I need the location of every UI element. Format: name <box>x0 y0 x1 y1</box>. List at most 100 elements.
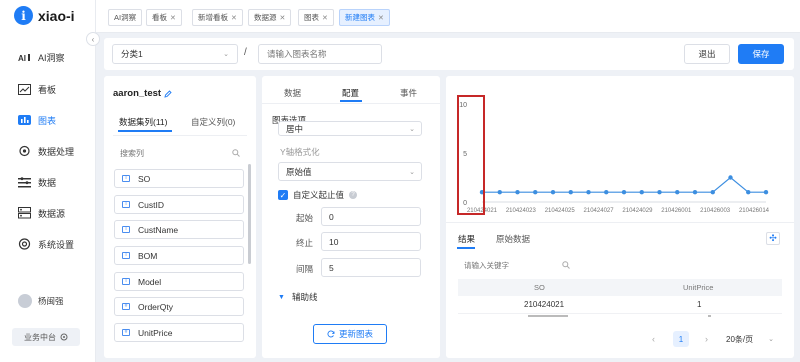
end-input[interactable]: 10 <box>321 232 421 251</box>
number-type-icon: # <box>122 329 130 336</box>
prev-page-button[interactable]: ‹ <box>652 334 655 344</box>
column-search-input[interactable] <box>120 148 220 158</box>
close-icon[interactable]: ✕ <box>322 14 328 22</box>
y-tick-label: 10 <box>459 102 467 109</box>
field-item[interactable]: T SO <box>114 169 244 188</box>
category-value: 分类1 <box>121 49 143 59</box>
page-button-current[interactable]: 1 <box>673 331 689 347</box>
end-label: 终止 <box>296 238 314 248</box>
table-header: SO UnitPrice <box>458 279 782 296</box>
tab-ai-insight[interactable]: AI洞察 <box>108 9 143 26</box>
chart-name-input[interactable] <box>258 44 382 64</box>
dataset-title: aaron_test <box>113 88 172 99</box>
tab-config[interactable]: 配置 <box>342 87 359 99</box>
sidebar-item-label: 数据源 <box>38 208 66 219</box>
tab-raw-data[interactable]: 原始数据 <box>496 233 530 245</box>
start-label: 起始 <box>296 213 314 223</box>
field-item[interactable]: T Model <box>114 272 244 291</box>
active-tab-indicator <box>118 130 172 132</box>
field-label: SO <box>138 173 151 184</box>
next-page-button[interactable]: › <box>705 334 708 344</box>
line-chart: 0510210424021 210424023 210424025 210424027… <box>457 95 770 215</box>
checkbox-checked-icon[interactable]: ✓ <box>278 190 288 200</box>
save-button[interactable]: 保存 <box>738 44 784 64</box>
align-value: 居中 <box>286 123 304 134</box>
tab-result[interactable]: 结果 <box>458 233 475 245</box>
category-select[interactable]: 分类1 ⌄ <box>112 44 238 64</box>
field-label: CustID <box>138 199 164 210</box>
field-item[interactable]: T CustName <box>114 220 244 239</box>
tab-label: 新增看板 <box>198 13 228 22</box>
align-select[interactable]: 居中 ⌄ <box>278 121 422 136</box>
tab-event[interactable]: 事件 <box>400 87 417 99</box>
field-item[interactable]: T BOM <box>114 246 244 265</box>
column-search[interactable] <box>114 144 246 162</box>
exit-button[interactable]: 退出 <box>684 44 730 64</box>
start-input[interactable]: 0 <box>321 207 421 226</box>
table-row[interactable]: 210424021 1 <box>458 296 782 314</box>
sidebar-item-label: 数据 <box>38 177 57 188</box>
data-point <box>550 190 556 195</box>
custom-range-checkbox[interactable]: ✓ 自定义起止值 ? <box>278 189 358 201</box>
data-point <box>515 190 520 195</box>
result-search-input[interactable] <box>464 260 554 270</box>
interval-input[interactable]: 5 <box>321 258 421 277</box>
logo[interactable]: i xiao-i <box>14 6 75 25</box>
workspace-switcher[interactable]: 业务中台 <box>12 328 80 346</box>
data-point <box>692 190 698 195</box>
table-cell: 210424021 <box>524 300 565 309</box>
sidebar-item-settings[interactable]: 系统设置 <box>0 231 96 257</box>
field-label: BOM <box>138 250 158 261</box>
tab-new-dashboard[interactable]: 新增看板 ✕ <box>192 9 243 26</box>
tab-dataset-columns[interactable]: 数据集列(11) <box>119 116 168 128</box>
tab-new-chart[interactable]: 新建图表 ✕ <box>339 9 390 26</box>
user-profile[interactable]: 杨闽强 <box>18 294 64 308</box>
data-point <box>675 190 680 195</box>
logo-icon: i <box>14 6 33 25</box>
tab-data[interactable]: 数据 <box>284 87 301 99</box>
logo-text: xiao-i <box>38 7 75 24</box>
page-size-select[interactable]: 20条/页 ⌄ <box>722 331 778 347</box>
field-item[interactable]: # OrderQty <box>114 297 244 316</box>
close-icon[interactable]: ✕ <box>170 14 176 22</box>
field-label: UnitPrice <box>138 327 173 338</box>
sidebar-item-ai-insight[interactable]: AI AI洞察 <box>0 44 96 70</box>
sidebar-item-data[interactable]: 数据 <box>0 169 96 195</box>
sidebar-item-label: 系统设置 <box>38 239 75 250</box>
result-search[interactable] <box>458 257 576 273</box>
y-axis-format-select[interactable]: 原始值 ⌄ <box>278 162 422 181</box>
update-chart-button[interactable]: 更新图表 <box>313 324 387 344</box>
avatar <box>18 294 32 308</box>
help-icon[interactable]: ? <box>349 191 358 199</box>
expand-icon[interactable]: ✣ <box>766 232 780 245</box>
chart-name-field[interactable] <box>259 45 381 63</box>
field-item[interactable]: # UnitPrice <box>114 323 244 342</box>
sidebar-item-label: 看板 <box>38 84 57 95</box>
aux-line-section[interactable]: ▼ 辅助线 <box>278 291 317 303</box>
edit-icon[interactable] <box>164 89 172 98</box>
tab-datasource[interactable]: 数据源 ✕ <box>248 9 292 26</box>
collapse-sidebar-button[interactable]: ‹ <box>86 32 100 46</box>
close-icon[interactable]: ✕ <box>378 14 384 22</box>
scrollbar[interactable] <box>248 164 251 264</box>
close-icon[interactable]: ✕ <box>280 14 286 22</box>
x-tick-label: 210424023 <box>506 208 537 214</box>
tab-chart[interactable]: 图表 ✕ <box>298 9 334 26</box>
tab-label: 新建图表 <box>345 13 375 22</box>
sidebar-item-dashboard[interactable]: 看板 <box>0 76 96 102</box>
tab-bar: AI洞察 看板 ✕ 新增看板 ✕ 数据源 ✕ 图表 ✕ 新建图表 ✕ <box>96 0 800 33</box>
x-tick-label: 210426001 <box>661 208 692 214</box>
data-point <box>604 190 609 195</box>
field-item[interactable]: T CustID <box>114 195 244 214</box>
sidebar: i xiao-i AI AI洞察 看板 图表 数据处理 数据 数据源 系统设置 … <box>0 0 96 362</box>
sidebar-item-datasource[interactable]: 数据源 <box>0 200 96 226</box>
data-point <box>657 190 662 195</box>
data-point <box>746 190 751 195</box>
sidebar-item-chart[interactable]: 图表 <box>0 107 96 133</box>
sidebar-item-data-processing[interactable]: 数据处理 <box>0 138 96 164</box>
tab-custom-columns[interactable]: 自定义列(0) <box>191 116 235 128</box>
string-type-icon: T <box>122 252 130 259</box>
y-tick-label: 5 <box>463 151 467 158</box>
tab-dashboard[interactable]: 看板 ✕ <box>146 9 182 26</box>
close-icon[interactable]: ✕ <box>231 14 237 22</box>
